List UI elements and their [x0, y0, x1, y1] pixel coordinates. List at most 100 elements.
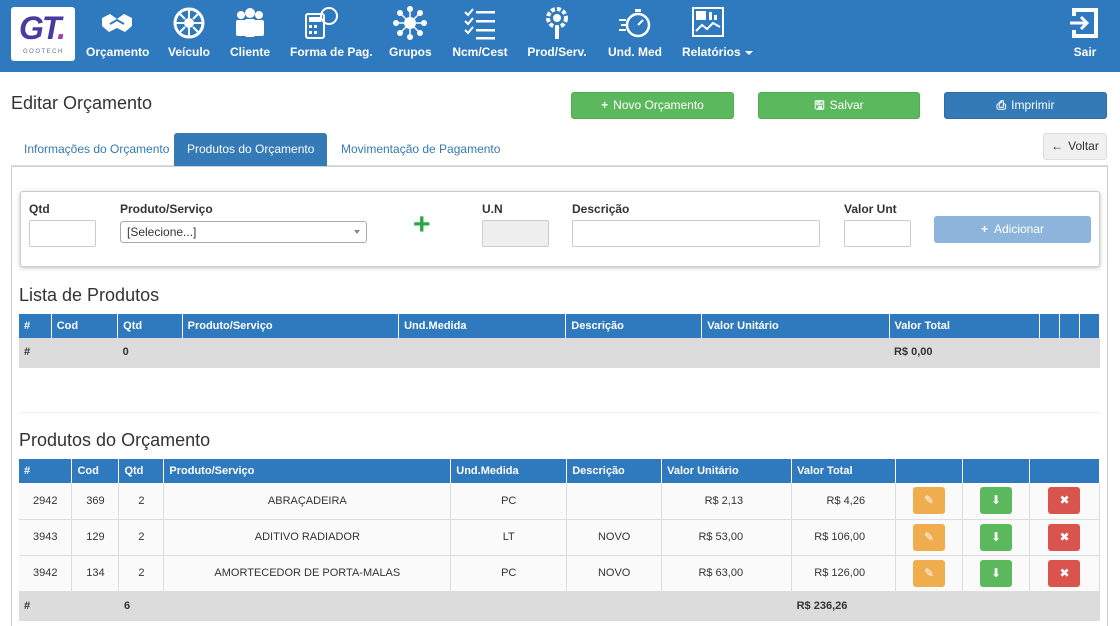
col-header: [1059, 314, 1080, 338]
table-header: # Cod Qtd Produto/Serviço Und.Medida Des…: [19, 314, 1101, 338]
network-icon: [389, 6, 431, 40]
edit-button[interactable]: ✎: [913, 523, 946, 551]
produto-select[interactable]: [Selecione...]: [120, 221, 367, 243]
new-orcamento-button[interactable]: + Novo Orçamento: [571, 92, 734, 119]
plus-icon: +: [980, 222, 988, 236]
page-title: Editar Orçamento: [11, 93, 153, 113]
footer-total: R$ 0,00: [889, 338, 1040, 368]
tab-bar: Informações do Orçamento Produtos do Orç…: [11, 133, 1108, 166]
save-icon: ⬇: [990, 493, 1002, 508]
cell-produto: AMORTECEDOR DE PORTA-MALAS: [163, 555, 452, 592]
divider: [20, 412, 1100, 413]
nav-cliente[interactable]: Cliente: [230, 6, 270, 66]
nav-forma-pag[interactable]: Forma de Pag.: [290, 6, 373, 66]
nav-label: Ncm/Cest: [452, 45, 508, 59]
descricao-input[interactable]: [572, 220, 820, 247]
trash-icon: ✖: [1059, 529, 1070, 544]
col-header: Produto/Serviço: [182, 314, 400, 338]
cell-total: R$ 106,00: [791, 519, 897, 556]
col-header: Valor Total: [889, 314, 1040, 338]
save-icon: 🖫: [814, 98, 825, 112]
nav-label: Grupos: [389, 45, 432, 59]
nav-ncm-cest[interactable]: Ncm/Cest: [452, 6, 508, 66]
cell-qtd: 2: [118, 555, 165, 592]
save-row-button[interactable]: ⬇: [979, 487, 1012, 515]
qtd-input[interactable]: [29, 220, 96, 247]
pencil-icon: ✎: [924, 493, 935, 508]
delete-button[interactable]: ✖: [1048, 559, 1081, 587]
save-row-button[interactable]: ⬇: [979, 559, 1012, 587]
print-button[interactable]: ⎙ Imprimir: [944, 92, 1107, 119]
cell-produto: ABRAÇADEIRA: [163, 483, 452, 520]
tab-produtos[interactable]: Produtos do Orçamento: [174, 133, 328, 166]
checklist-icon: [452, 6, 508, 40]
cell-unit: R$ 63,00: [661, 555, 793, 592]
cell-id: 3943: [19, 519, 73, 556]
nav-prod-serv[interactable]: Prod/Serv.: [527, 6, 587, 66]
nav-label: Orçamento: [86, 45, 150, 59]
col-header: Valor Unitário: [661, 459, 793, 483]
table-row: 3942 134 2 AMORTECEDOR DE PORTA-MALAS PC…: [19, 555, 1101, 592]
col-header: #: [19, 459, 73, 483]
cell-unit: R$ 53,00: [661, 519, 793, 556]
nav-veiculo[interactable]: Veículo: [166, 6, 212, 66]
tab-movimentacao[interactable]: Movimentação de Pagamento: [328, 133, 513, 166]
edit-button[interactable]: ✎: [913, 487, 946, 515]
pencil-icon: ✎: [924, 529, 935, 544]
save-icon: ⬇: [990, 529, 1002, 544]
col-header: Valor Unitário: [701, 314, 890, 338]
footer-hash: #: [19, 591, 72, 621]
col-header: Produto/Serviço: [163, 459, 452, 483]
delete-button[interactable]: ✖: [1048, 523, 1081, 551]
col-header: Und.Medida: [398, 314, 567, 338]
cell-qtd: 2: [118, 519, 165, 556]
cell-unit: R$ 2,13: [661, 483, 793, 520]
col-header: #: [19, 314, 52, 338]
nav-orcamento[interactable]: Orçamento: [86, 6, 150, 66]
save-row-button[interactable]: ⬇: [979, 523, 1012, 551]
nav-label: Und. Med: [608, 45, 662, 59]
logout-icon: [1068, 6, 1102, 40]
valor-unt-input[interactable]: [844, 220, 911, 247]
calculator-icon: [290, 6, 370, 40]
nav-grupos[interactable]: Grupos: [389, 6, 432, 66]
produtos-orcamento-title: Produtos do Orçamento: [19, 430, 211, 450]
col-header: [1029, 459, 1101, 483]
cell-total: R$ 126,00: [791, 555, 897, 592]
nav-label: Cliente: [230, 45, 271, 59]
stopwatch-icon: [607, 6, 663, 40]
table-row: 2942 369 2 ABRAÇADEIRA PC R$ 2,13 R$ 4,2…: [19, 483, 1101, 520]
cell-descricao: [566, 483, 663, 520]
delete-button[interactable]: ✖: [1048, 487, 1081, 515]
un-label: U.N: [482, 202, 503, 216]
pencil-icon: ✎: [924, 565, 935, 580]
users-icon: [230, 6, 270, 40]
nav-und-med[interactable]: Und. Med: [607, 6, 663, 66]
col-header: Cod: [51, 314, 119, 338]
edit-button[interactable]: ✎: [913, 559, 946, 587]
brand-logo[interactable]: GT. GOOTECH: [11, 7, 75, 61]
qtd-label: Qtd: [29, 202, 50, 216]
cell-und: LT: [450, 519, 568, 556]
nav-relatorios[interactable]: Relatórios: [682, 6, 753, 66]
trash-icon: ✖: [1059, 565, 1070, 580]
nav-label: Prod/Serv.: [527, 45, 587, 59]
col-header: [895, 459, 964, 483]
wrench-gear-icon: [527, 6, 587, 40]
nav-label: Veículo: [167, 45, 211, 59]
tab-informacoes[interactable]: Informações do Orçamento: [11, 133, 182, 166]
adicionar-button[interactable]: + Adicionar: [934, 216, 1091, 243]
save-button[interactable]: 🖫 Salvar: [758, 92, 920, 119]
footer-qtd: 6: [118, 591, 164, 621]
valor-unt-label: Valor Unt: [844, 202, 897, 216]
nav-sair[interactable]: Sair: [1068, 6, 1102, 66]
col-header: Valor Total: [791, 459, 897, 483]
table-footer: # 6 R$ 236,26: [19, 591, 1100, 621]
chevron-down-icon: [744, 50, 753, 55]
table-header: # Cod Qtd Produto/Serviço Und.Medida Des…: [19, 459, 1101, 483]
col-header: Qtd: [118, 459, 165, 483]
add-new-product-icon[interactable]: +: [413, 210, 431, 240]
col-header: Qtd: [117, 314, 183, 338]
handshake-icon: [86, 6, 148, 40]
cell-descricao: NOVO: [566, 519, 663, 556]
